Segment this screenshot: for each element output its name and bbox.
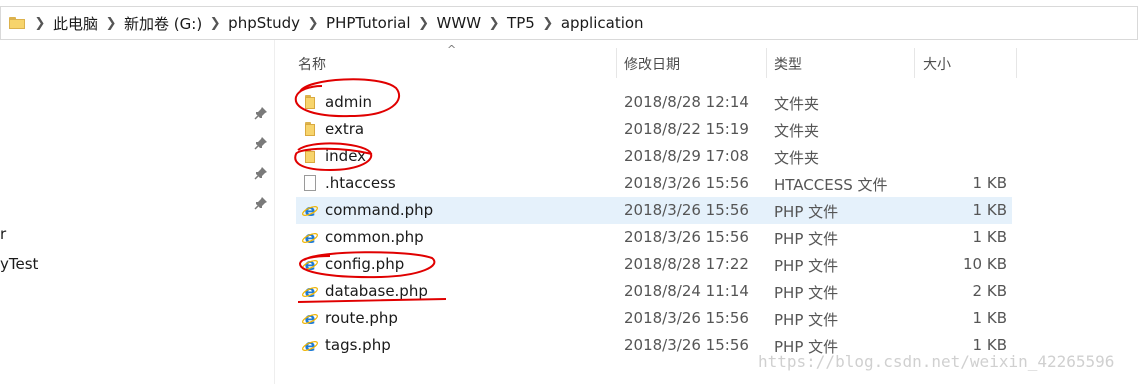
file-size: 1 KB [972,228,1007,246]
file-name: route.php [325,309,398,327]
file-row[interactable]: e database.php 2018/8/24 11:14 PHP 文件 2 KB [296,278,1012,305]
ie-icon: e [302,336,318,355]
file-type: PHP 文件 [774,311,839,329]
column-header-label: 名称 [298,57,326,73]
file-modified-date: 2018/8/28 17:22 [624,255,749,273]
chevron-right-icon[interactable]: ❯ [483,16,505,31]
file-modified-date: 2018/8/22 15:19 [624,120,749,138]
ie-icon: e [302,309,318,328]
file-name: extra [325,120,365,138]
file-modified-date: 2018/3/26 15:56 [624,201,749,219]
ie-icon: e [302,228,318,247]
file-size: 1 KB [972,201,1007,219]
folder-icon [302,94,318,110]
column-divider[interactable] [766,48,767,78]
breadcrumb-drive[interactable]: 新加卷 (G:) [122,13,204,34]
file-type: 文件夹 [774,122,820,140]
navigation-pane [0,40,274,384]
breadcrumb-phpstudy[interactable]: phpStudy [226,14,302,32]
file-type: PHP 文件 [774,257,839,275]
chevron-right-icon[interactable]: ❯ [204,16,226,31]
chevron-right-icon[interactable]: ❯ [537,16,559,31]
ie-icon: e [302,282,318,301]
file-icon [302,175,318,191]
column-header-name[interactable]: 名称 [298,50,616,78]
file-row[interactable]: index 2018/8/29 17:08 文件夹 [296,143,1012,170]
file-row[interactable]: e route.php 2018/3/26 15:56 PHP 文件 1 KB [296,305,1012,332]
ie-icon: e [302,255,318,274]
breadcrumb-phptutorial[interactable]: PHPTutorial [324,14,413,32]
file-size: 10 KB [963,255,1007,273]
column-header-date[interactable]: 修改日期 [624,50,766,78]
file-row[interactable]: .htaccess 2018/3/26 15:56 HTACCESS 文件 1 KB [296,170,1012,197]
breadcrumb-www[interactable]: WWW [435,14,484,32]
file-type: HTACCESS 文件 [774,176,888,194]
file-modified-date: 2018/8/24 11:14 [624,282,749,300]
file-row[interactable]: e config.php 2018/8/28 17:22 PHP 文件 10 KB [296,251,1012,278]
pin-icon[interactable] [254,196,268,210]
chevron-right-icon[interactable]: ❯ [29,16,51,31]
file-modified-date: 2018/3/26 15:56 [624,309,749,327]
file-type: 文件夹 [774,95,820,113]
chevron-right-icon[interactable]: ❯ [302,16,324,31]
file-size: 1 KB [972,309,1007,327]
folder-icon [302,148,318,164]
nav-item-truncated[interactable]: r [0,225,6,243]
pane-divider[interactable] [274,40,275,384]
watermark: https://blog.csdn.net/weixin_42265596 [758,352,1115,371]
column-header-size[interactable]: 大小 [923,50,1015,78]
folder-icon [9,17,25,29]
pin-icon[interactable] [254,166,268,180]
file-name: command.php [325,201,434,219]
file-row[interactable]: extra 2018/8/22 15:19 文件夹 [296,116,1012,143]
column-header-label: 修改日期 [624,57,680,73]
column-header-type[interactable]: 类型 [774,50,914,78]
file-type: PHP 文件 [774,230,839,248]
file-modified-date: 2018/3/26 15:56 [624,174,749,192]
file-name: tags.php [325,336,391,354]
file-name: common.php [325,228,424,246]
file-type: PHP 文件 [774,284,839,302]
breadcrumb-this-pc[interactable]: 此电脑 [51,13,100,34]
breadcrumb-application[interactable]: application [559,14,646,32]
file-type: 文件夹 [774,149,820,167]
file-row[interactable]: e command.php 2018/3/26 15:56 PHP 文件 1 KB [296,197,1012,224]
file-modified-date: 2018/3/26 15:56 [624,336,749,354]
file-type: PHP 文件 [774,203,839,221]
pin-icon[interactable] [254,106,268,120]
nav-item-truncated[interactable]: yTest [0,255,38,273]
file-row[interactable]: admin 2018/8/28 12:14 文件夹 [296,89,1012,116]
column-divider[interactable] [1016,48,1017,78]
file-size: 1 KB [972,174,1007,192]
file-modified-date: 2018/8/29 17:08 [624,147,749,165]
file-size: 2 KB [972,282,1007,300]
column-divider[interactable] [914,48,915,78]
file-modified-date: 2018/8/28 12:14 [624,93,749,111]
ie-icon: e [302,201,318,220]
address-bar[interactable]: ❯ 此电脑 ❯ 新加卷 (G:) ❯ phpStudy ❯ PHPTutoria… [0,6,1138,40]
column-header-label: 大小 [923,57,951,73]
file-row[interactable]: e common.php 2018/3/26 15:56 PHP 文件 1 KB [296,224,1012,251]
file-name: .htaccess [325,174,396,192]
chevron-right-icon[interactable]: ❯ [413,16,435,31]
column-header-label: 类型 [774,57,802,73]
breadcrumb-tp5[interactable]: TP5 [505,14,537,32]
folder-icon [302,121,318,137]
file-name: database.php [325,282,428,300]
pin-icon[interactable] [254,136,268,150]
file-name: index [325,147,367,165]
chevron-right-icon[interactable]: ❯ [100,16,122,31]
column-divider[interactable] [616,48,617,78]
file-name: admin [325,93,372,111]
file-name: config.php [325,255,405,273]
file-modified-date: 2018/3/26 15:56 [624,228,749,246]
